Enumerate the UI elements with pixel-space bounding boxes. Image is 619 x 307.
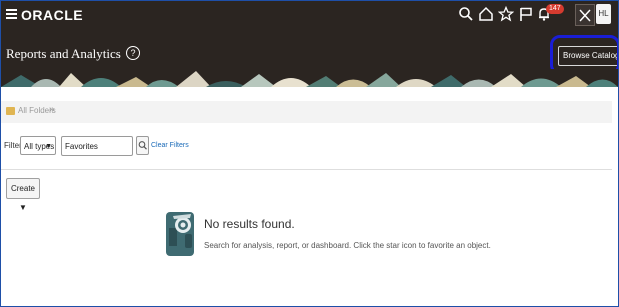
- notification-count-badge: 147: [546, 4, 564, 14]
- menu-icon[interactable]: [6, 9, 17, 19]
- oracle-logo[interactable]: ORACLE: [21, 7, 83, 23]
- create-button[interactable]: Create ▼: [6, 178, 40, 212]
- breadcrumb: All Folders »: [1, 101, 612, 123]
- tools-button[interactable]: [575, 4, 595, 26]
- no-results-illustration-icon: [166, 212, 194, 256]
- flag-icon[interactable]: [518, 6, 534, 22]
- page-header: Reports and Analytics ? Browse Catalog: [1, 29, 618, 87]
- app-frame: ORACLE 147 HL Reports and Analytics ? Br…: [0, 0, 619, 307]
- clear-filters-link[interactable]: Clear Filters: [151, 142, 189, 149]
- user-avatar[interactable]: HL: [596, 4, 611, 24]
- search-input[interactable]: Favorites: [61, 136, 133, 156]
- chevron-down-icon: ▼: [45, 143, 52, 150]
- decorative-pattern: [1, 69, 618, 87]
- breadcrumb-separator[interactable]: »: [49, 104, 55, 115]
- global-header: ORACLE 147 HL: [1, 1, 618, 29]
- type-select[interactable]: All types ▼: [20, 136, 56, 155]
- page-title: Reports and Analytics: [6, 46, 121, 61]
- home-icon[interactable]: [478, 6, 494, 22]
- divider: [1, 169, 612, 170]
- search-icon: [138, 141, 147, 150]
- help-icon[interactable]: ?: [126, 46, 140, 60]
- search-button[interactable]: [136, 136, 149, 155]
- search-icon[interactable]: [458, 6, 474, 22]
- favorites-star-icon[interactable]: [498, 6, 514, 22]
- folder-icon: [6, 107, 15, 115]
- empty-state-title: No results found.: [204, 217, 295, 231]
- empty-state-description: Search for analysis, report, or dashboar…: [204, 241, 491, 250]
- wrench-icon: [579, 9, 591, 22]
